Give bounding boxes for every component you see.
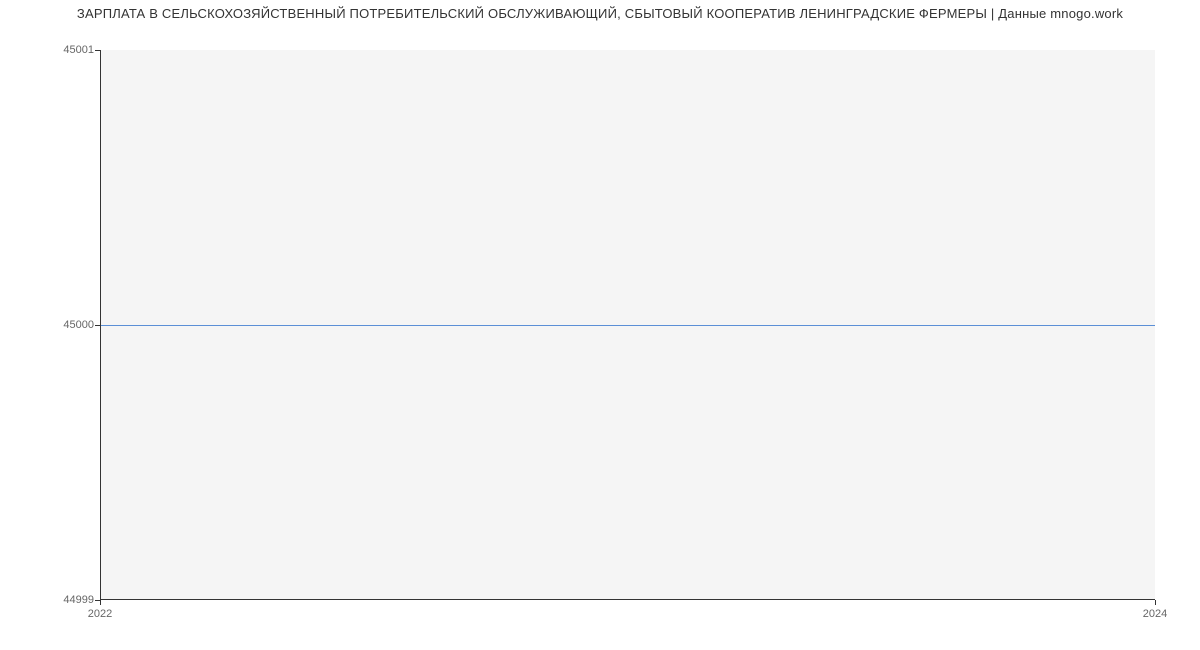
y-tick-label: 45000 — [63, 319, 94, 331]
x-tick-label: 2024 — [1143, 608, 1167, 620]
y-tick-label: 44999 — [63, 594, 94, 606]
chart-title: ЗАРПЛАТА В СЕЛЬСКОХОЗЯЙСТВЕННЫЙ ПОТРЕБИТ… — [0, 6, 1200, 21]
chart-container: ЗАРПЛАТА В СЕЛЬСКОХОЗЯЙСТВЕННЫЙ ПОТРЕБИТ… — [0, 0, 1200, 650]
plot-area — [100, 50, 1155, 600]
x-tick-label: 2022 — [88, 608, 112, 620]
y-tick-label: 45001 — [63, 44, 94, 56]
data-line — [101, 325, 1155, 326]
